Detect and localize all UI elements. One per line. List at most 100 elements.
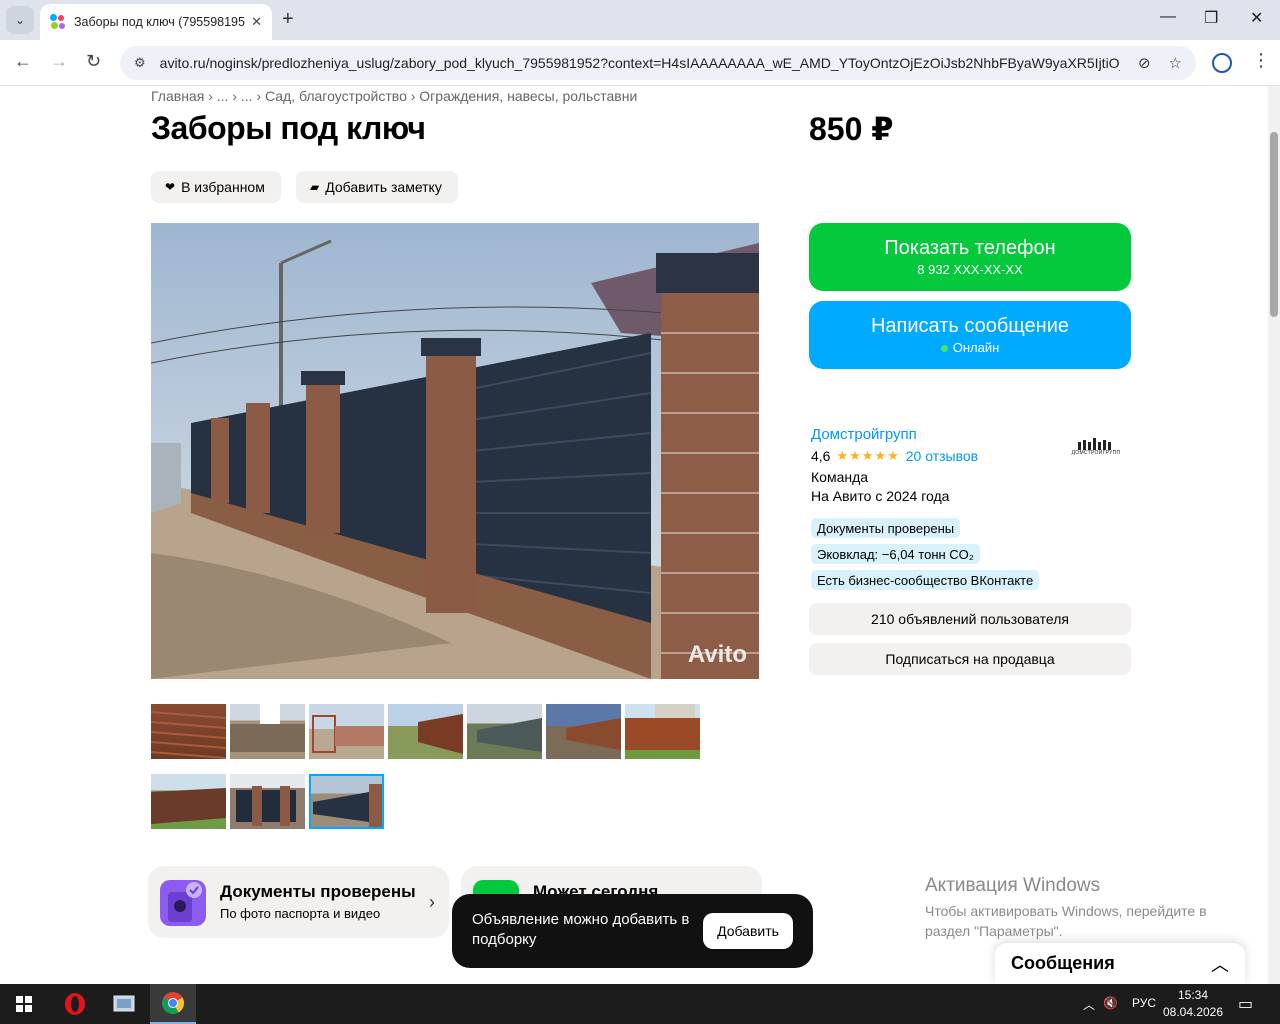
notification-icon[interactable]: ▭	[1238, 994, 1253, 1014]
seller-logo-text: ДОМСТРОЙГРУПП	[1071, 450, 1121, 456]
documents-verified-card[interactable]: Документы проверены По фото паспорта и в…	[148, 866, 449, 938]
taskbar-clock[interactable]: 15:34 08.04.2026	[1158, 987, 1228, 1021]
messages-panel[interactable]: Сообщения ︿	[995, 943, 1245, 984]
url-text[interactable]: avito.ru/noginsk/predlozheniya_uslug/zab…	[160, 55, 1120, 71]
tracking-blocked-icon[interactable]: ⊘	[1138, 54, 1151, 72]
thumbnail[interactable]	[546, 704, 621, 759]
seller-logo-graphic	[1078, 438, 1111, 450]
write-message-label: Написать сообщение	[870, 315, 1069, 337]
volume-muted-icon[interactable]: 🔇	[1103, 996, 1118, 1010]
add-note-button[interactable]: ▰ Добавить заметку	[296, 171, 458, 203]
thumbnail[interactable]	[309, 704, 384, 759]
page-content: Главная › ... › ... › Сад, благоустройст…	[0, 86, 1268, 984]
profile-icon[interactable]	[1212, 53, 1232, 73]
close-window-icon[interactable]: ✕	[1250, 8, 1263, 28]
windows-activation-watermark: Активация Windows Чтобы активировать Win…	[925, 875, 1245, 941]
tab-strip: ⌄ Заборы под ключ (795598195... ✕ + — ❐ …	[0, 0, 1280, 40]
heart-icon: ❤	[165, 180, 176, 194]
seller-type: Команда	[811, 469, 869, 485]
add-to-collection-toast: Объявление можно добавить в подборку Доб…	[452, 894, 813, 968]
chrome-logo	[162, 992, 184, 1014]
badge-documents[interactable]: Документы проверены	[811, 518, 961, 538]
thumbnail-image	[151, 788, 226, 824]
show-phone-button[interactable]: Показать телефон 8 932 XXX-XX-XX	[809, 223, 1131, 291]
clock-date: 08.04.2026	[1162, 1005, 1224, 1019]
restore-icon[interactable]: ❐	[1204, 8, 1218, 28]
seller-ads-button[interactable]: 210 объявлений пользователя	[809, 603, 1131, 635]
thumbnail[interactable]	[625, 704, 700, 759]
thumbnail-image	[418, 714, 463, 754]
chevron-up-icon[interactable]: ︿	[1211, 951, 1229, 977]
thumbnail[interactable]	[230, 774, 305, 829]
main-photo[interactable]: Avito	[151, 223, 759, 679]
online-status-label: Онлайн	[952, 340, 1000, 355]
price: 850 ₽	[809, 111, 894, 147]
thumbnail[interactable]	[388, 704, 463, 759]
note-icon: ▰	[310, 180, 320, 194]
thumbnail[interactable]	[151, 704, 226, 759]
thumbnail-image	[151, 711, 226, 759]
tab-title: Заборы под ключ (795598195...	[74, 15, 246, 29]
thumbnail-image	[477, 718, 542, 752]
passport-icon-graphic	[168, 882, 202, 922]
menu-kebab-icon[interactable]: ⋮	[1252, 50, 1270, 71]
browser-toolbar: ← → ↻ ⚙ avito.ru/noginsk/predlozheniya_u…	[0, 40, 1280, 86]
badge-vk-community[interactable]: Есть бизнес-сообщество ВКонтакте	[811, 570, 1040, 590]
windows-taskbar: ︿ 🔇 РУС 15:34 08.04.2026 ▭	[0, 984, 1280, 1024]
chevron-down-icon: ⌄	[14, 13, 26, 27]
chrome-icon[interactable]	[150, 984, 196, 1024]
activation-title: Активация Windows	[925, 875, 1101, 896]
thumbnail[interactable]	[230, 704, 305, 759]
windows-start-icon[interactable]	[16, 996, 32, 1012]
chevron-right-icon: ›	[429, 892, 435, 912]
thumbnail-selected[interactable]	[309, 774, 384, 829]
clock-time: 15:34	[1177, 988, 1209, 1002]
page-title: Заборы под ключ	[151, 110, 426, 146]
reload-icon[interactable]: ↻	[86, 51, 101, 72]
seller-rating: 4,6 ★★★★★ 20 отзывов	[811, 448, 978, 464]
toast-add-button[interactable]: Добавить	[703, 913, 793, 949]
favorite-button[interactable]: ❤ В избранном	[151, 171, 281, 203]
phone-number: 8 932 XXX-XX-XX	[917, 262, 1023, 277]
avito-watermark: Avito	[687, 641, 747, 668]
back-icon[interactable]: ←	[14, 51, 32, 72]
address-bar[interactable]: ⚙ avito.ru/noginsk/predlozheniya_uslug/z…	[120, 46, 1196, 80]
input-language[interactable]: РУС	[1132, 996, 1156, 1010]
thumbnail-image	[236, 786, 296, 826]
activation-subtitle: Чтобы активировать Windows, перейдите в …	[925, 903, 1207, 939]
note-label: Добавить заметку	[325, 179, 442, 195]
app-window-icon[interactable]	[101, 984, 147, 1024]
minimize-icon[interactable]: —	[1160, 8, 1176, 26]
forward-icon[interactable]: →	[50, 51, 68, 72]
breadcrumb[interactable]: Главная › ... › ... › Сад, благоустройст…	[151, 88, 637, 104]
seller-since: На Авито с 2024 года	[811, 488, 950, 504]
new-tab-icon[interactable]: +	[282, 8, 294, 31]
browser-tab-active[interactable]: Заборы под ключ (795598195... ✕	[40, 4, 272, 40]
tray-expand-icon[interactable]: ︿	[1083, 996, 1095, 1013]
subscribe-seller-button[interactable]: Подписаться на продавца	[809, 643, 1131, 675]
thumbnail-image	[230, 704, 305, 752]
documents-card-subtitle: По фото паспорта и видео	[220, 906, 381, 921]
thumbnail-image	[566, 718, 621, 750]
opera-icon[interactable]	[52, 984, 98, 1024]
page-scrollbar[interactable]	[1268, 86, 1280, 984]
thumbnail[interactable]	[151, 774, 226, 829]
badge-eco[interactable]: Эковклад: −6,04 тонн CO₂	[811, 544, 980, 564]
thumbnail-image	[312, 715, 384, 753]
seller-logo[interactable]: ДОМСТРОЙГРУПП	[1064, 430, 1128, 464]
thumbnail-image	[313, 784, 384, 829]
opera-logo	[65, 993, 85, 1015]
write-message-button[interactable]: Написать сообщение Онлайн	[809, 301, 1131, 369]
tab-search-button[interactable]: ⌄	[6, 6, 34, 34]
scrollbar-thumb[interactable]	[1270, 132, 1278, 317]
show-phone-label: Показать телефон	[884, 237, 1056, 259]
seller-name-link[interactable]: Домстройгрупп	[811, 426, 917, 443]
documents-card-title: Документы проверены	[220, 882, 416, 901]
site-info-icon[interactable]: ⚙	[134, 55, 146, 71]
bookmark-star-icon[interactable]: ☆	[1169, 54, 1182, 72]
tab-close-icon[interactable]: ✕	[251, 14, 262, 30]
messages-label: Сообщения	[1011, 953, 1115, 973]
thumbnail[interactable]	[467, 704, 542, 759]
reviews-link[interactable]: 20 отзывов	[906, 448, 978, 464]
thumbnail-image	[625, 704, 700, 750]
